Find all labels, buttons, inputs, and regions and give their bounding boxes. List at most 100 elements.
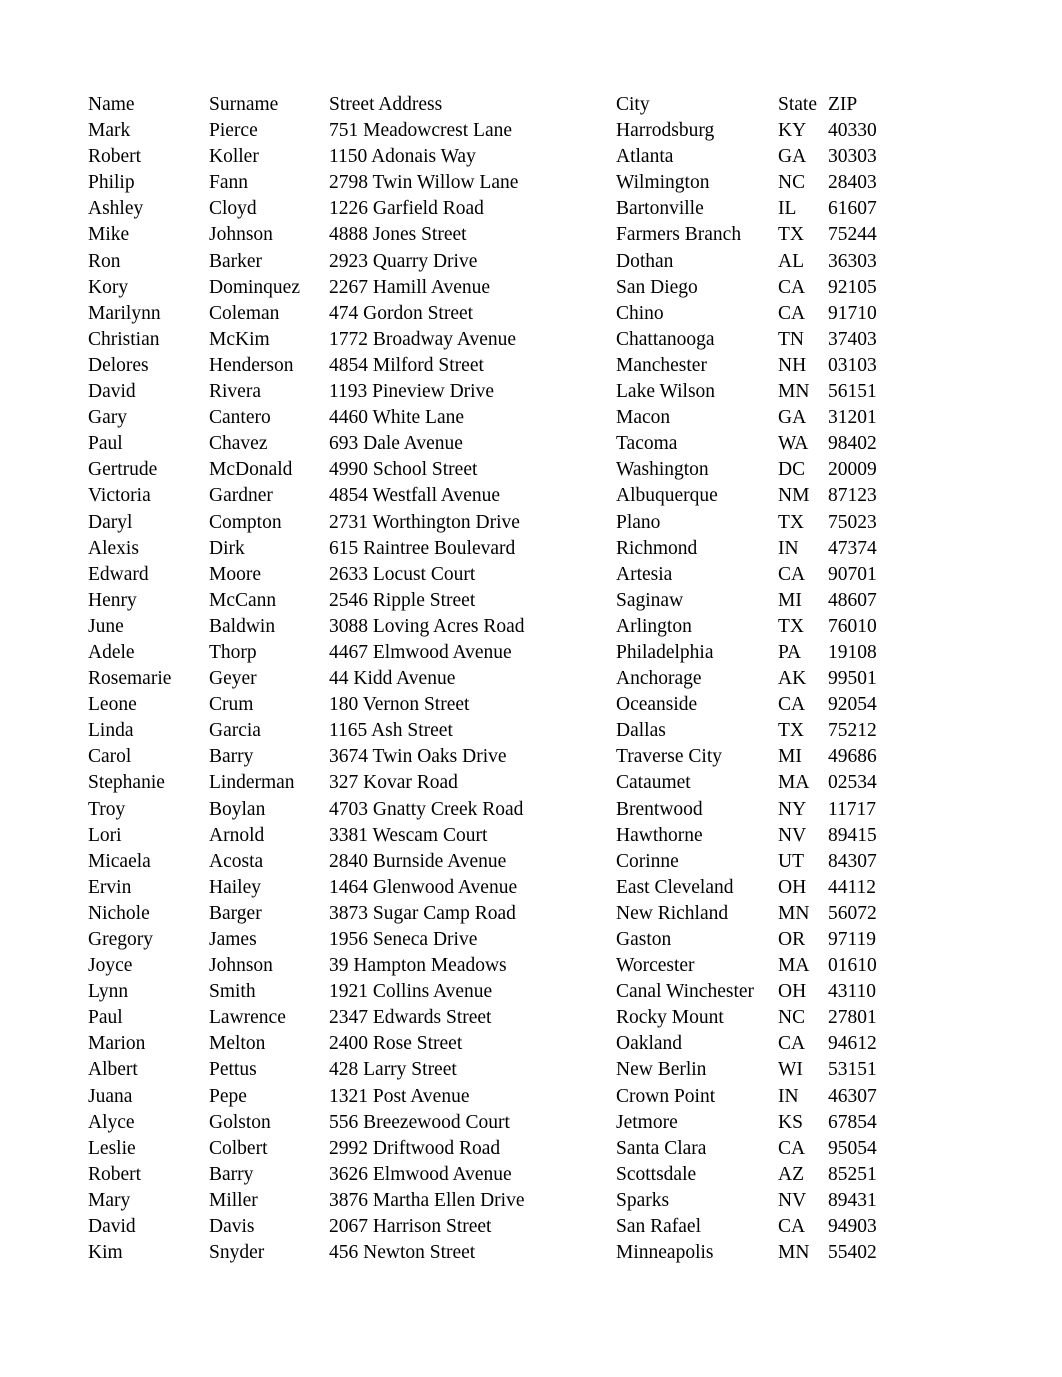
cell-zip: 48607	[828, 589, 877, 611]
cell-surname: Moore	[209, 563, 261, 585]
cell-surname: Pierce	[209, 120, 258, 142]
cell-street: 474 Gordon Street	[329, 302, 474, 324]
cell-state: AZ	[778, 1163, 804, 1185]
cell-surname: Chavez	[209, 433, 268, 455]
cell-city: Chattanooga	[616, 328, 715, 350]
cell-state: PA	[778, 641, 802, 663]
cell-zip: 47374	[828, 537, 877, 559]
cell-city: Chino	[616, 302, 664, 324]
cell-city: Wilmington	[616, 172, 710, 194]
cell-surname: Arnold	[209, 824, 265, 846]
cell-city: Oakland	[616, 1033, 683, 1055]
cell-name: Joyce	[88, 955, 133, 977]
cell-city: Plano	[616, 511, 661, 533]
cell-city: Hawthorne	[616, 824, 703, 846]
cell-name: Lori	[88, 824, 122, 846]
cell-street: 4888 Jones Street	[329, 224, 467, 246]
cell-city: Crown Point	[616, 1085, 716, 1107]
cell-city: Minneapolis	[616, 1242, 714, 1264]
cell-state: CA	[778, 563, 806, 585]
cell-zip: 75212	[828, 720, 877, 742]
cell-surname: Miller	[209, 1189, 258, 1211]
cell-street: 2267 Hamill Avenue	[329, 276, 491, 298]
table-row: Marilynn Coleman 474 Gordon Street Chino CA 9…	[88, 301, 888, 327]
cell-street: 693 Dale Avenue	[329, 433, 463, 455]
table-row: Paul Chavez 693 Dale Avenue Tacoma WA 98402	[88, 431, 888, 457]
table-row: Mark Pierce 751 Meadowcrest Lane Harrodsbur…	[88, 118, 888, 144]
table-row: Kory Dominquez 2267 Hamill Avenue San Diego…	[88, 275, 888, 301]
cell-street: 2923 Quarry Drive	[329, 250, 478, 272]
cell-surname: Rivera	[209, 381, 261, 403]
table-row: Ashley Cloyd 1226 Garfield Road Bartonville…	[88, 196, 888, 222]
cell-zip: 55402	[828, 1242, 877, 1264]
cell-city: Rocky Mount	[616, 1007, 724, 1029]
cell-city: Cataumet	[616, 772, 691, 794]
document-page: Name Surname Street Address City State Z…	[0, 0, 1062, 1377]
cell-name: Ron	[88, 250, 121, 272]
cell-zip: 56151	[828, 381, 877, 403]
cell-city: Sparks	[616, 1189, 670, 1211]
cell-city: Worcester	[616, 955, 695, 977]
table-row: Alyce Golston 556 Breezewood Court Jetmore K…	[88, 1110, 888, 1136]
cell-name: David	[88, 381, 136, 403]
cell-street: 4703 Gnatty Creek Road	[329, 798, 524, 820]
cell-state: NV	[778, 824, 807, 846]
cell-surname: Barry	[209, 1163, 254, 1185]
column-header-zip: ZIP	[828, 94, 858, 115]
cell-street: 4854 Milford Street	[329, 354, 484, 376]
table-row: Victoria Gardner 4854 Westfall Avenue Albuq…	[88, 483, 888, 509]
cell-city: New Richland	[616, 902, 729, 924]
cell-street: 751 Meadowcrest Lane	[329, 120, 513, 142]
table-row: Gary Cantero 4460 White Lane Macon GA 31201	[88, 405, 888, 431]
cell-street: 180 Vernon Street	[329, 694, 470, 716]
cell-name: Mark	[88, 120, 131, 142]
cell-street: 2992 Driftwood Road	[329, 1137, 501, 1159]
cell-name: Victoria	[88, 485, 151, 507]
cell-surname: Johnson	[209, 224, 273, 246]
cell-state: NH	[778, 354, 807, 376]
cell-street: 1165 Ash Street	[329, 720, 453, 742]
cell-name: Rosemarie	[88, 668, 172, 690]
cell-zip: 97119	[828, 929, 877, 950]
cell-city: New Berlin	[616, 1059, 707, 1081]
cell-state: KY	[778, 120, 807, 142]
cell-name: Kim	[88, 1242, 123, 1264]
cell-surname: Snyder	[209, 1242, 265, 1264]
cell-city: Bartonville	[616, 198, 704, 220]
cell-name: Ervin	[88, 876, 132, 898]
cell-name: Albert	[88, 1059, 138, 1081]
cell-street: 1226 Garfield Road	[329, 198, 484, 220]
table-row: Alexis Dirk 615 Raintree Boulevard Richmond…	[88, 536, 888, 562]
column-header-state: State	[778, 94, 817, 115]
cell-zip: 91710	[828, 302, 877, 324]
cell-surname: Barker	[209, 250, 263, 272]
table-row: Lori Arnold 3381 Wescam Court Hawthorne NV 89…	[88, 823, 888, 849]
cell-zip: 43110	[828, 981, 877, 1003]
cell-surname: McDonald	[209, 459, 293, 481]
cell-name: Juana	[88, 1085, 133, 1107]
cell-state: UT	[778, 850, 804, 872]
cell-surname: Linderman	[209, 772, 295, 794]
cell-zip: 03103	[828, 354, 877, 376]
cell-surname: Henderson	[209, 354, 294, 376]
cell-name: Alyce	[88, 1111, 135, 1133]
cell-surname: Pettus	[209, 1059, 257, 1081]
cell-zip: 56072	[828, 902, 877, 924]
cell-zip: 84307	[828, 850, 877, 872]
cell-city: Atlanta	[616, 146, 674, 168]
cell-name: Christian	[88, 328, 160, 350]
cell-zip: 67854	[828, 1111, 877, 1133]
cell-street: 2546 Ripple Street	[329, 589, 476, 611]
cell-state: DC	[778, 459, 806, 481]
cell-name: Daryl	[88, 511, 133, 533]
table-row: Philip Fann 2798 Twin Willow Lane Wilmingto…	[88, 170, 888, 196]
cell-surname: Thorp	[209, 641, 257, 663]
cell-zip: 37403	[828, 328, 877, 350]
cell-city: Artesia	[616, 563, 673, 585]
cell-surname: Crum	[209, 694, 254, 716]
cell-street: 3876 Martha Ellen Drive	[329, 1189, 525, 1211]
cell-zip: 90701	[828, 563, 877, 585]
cell-street: 1150 Adonais Way	[329, 146, 476, 168]
cell-street: 2400 Rose Street	[329, 1033, 463, 1055]
table-row: Mike Johnson 4888 Jones Street Farmers Bran…	[88, 222, 888, 248]
